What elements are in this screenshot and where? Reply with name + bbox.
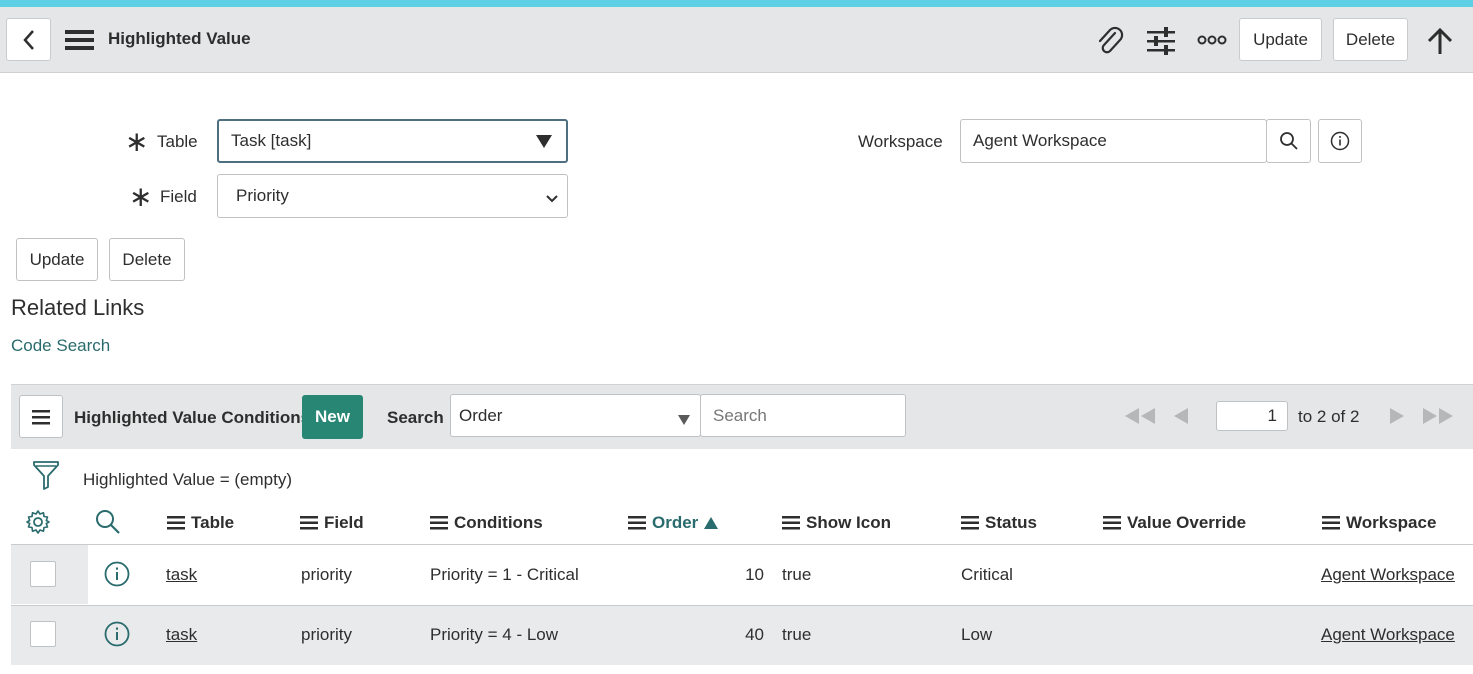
hamburger-menu-icon[interactable] <box>65 27 95 53</box>
row-checkbox[interactable] <box>30 621 56 647</box>
workspace-input-value: Agent Workspace <box>973 131 1107 150</box>
search-field-value: Order <box>459 405 503 425</box>
info-icon[interactable] <box>104 621 130 647</box>
row-field: priority <box>301 625 353 644</box>
table-select[interactable]: Task [task] <box>217 119 568 163</box>
search-icon[interactable] <box>94 508 122 536</box>
column-label: Field <box>324 513 364 532</box>
info-icon <box>1330 131 1350 151</box>
workspace-info-button[interactable] <box>1318 119 1362 163</box>
table-required-mark: ∗ <box>125 126 149 157</box>
more-options-icon[interactable] <box>1196 32 1228 48</box>
search-field-select[interactable]: Order <box>450 394 701 437</box>
row-conditions: Priority = 4 - Low <box>430 625 559 644</box>
first-page-icon[interactable] <box>1121 405 1157 427</box>
page-range-text: to 2 of 2 <box>1298 407 1360 426</box>
column-header-field[interactable]: Field <box>300 513 364 533</box>
filter-icon[interactable] <box>32 460 60 490</box>
field-label: Field <box>160 187 197 206</box>
workspace-input[interactable]: Agent Workspace <box>960 119 1267 163</box>
page-number-input[interactable]: 1 <box>1216 401 1288 431</box>
header-delete-button[interactable]: Delete <box>1333 18 1408 61</box>
column-label: Table <box>191 513 235 532</box>
column-label: Order <box>652 513 699 532</box>
column-menu-icon <box>1103 516 1121 530</box>
chevron-down-icon <box>545 189 559 209</box>
row-workspace-link[interactable]: Agent Workspace <box>1321 625 1455 645</box>
previous-page-icon[interactable] <box>1171 405 1191 427</box>
field-select[interactable]: Priority <box>217 174 568 218</box>
settings-sliders-icon[interactable] <box>1145 24 1177 58</box>
list-search-input[interactable]: Search <box>700 394 906 437</box>
row-status: Low <box>961 625 993 644</box>
code-search-link[interactable]: Code Search <box>11 336 110 356</box>
caret-down-icon <box>678 410 690 430</box>
table-select-value: Task [task] <box>231 131 312 150</box>
page-title: Highlighted Value <box>108 29 251 48</box>
back-button[interactable] <box>6 18 51 61</box>
column-header-status[interactable]: Status <box>961 513 1037 533</box>
sort-ascending-icon <box>704 517 719 529</box>
column-menu-icon <box>1322 516 1340 530</box>
field-required-mark: ∗ <box>129 181 153 212</box>
column-label: Conditions <box>454 513 543 532</box>
column-menu-icon <box>782 516 800 530</box>
header-update-button[interactable]: Update <box>1239 18 1322 61</box>
row-checkbox[interactable] <box>30 561 56 587</box>
column-header-show-icon[interactable]: Show Icon <box>782 513 891 533</box>
row-show-icon: true <box>782 625 812 644</box>
column-menu-icon <box>167 516 185 530</box>
form-header: Highlighted Value Update Delete <box>0 7 1473 73</box>
row-field: priority <box>301 565 353 584</box>
row-order: 40 <box>745 625 764 644</box>
list-search-placeholder: Search <box>713 405 767 425</box>
column-menu-icon <box>300 516 318 530</box>
caret-down-icon <box>536 133 552 153</box>
row-workspace-link[interactable]: Agent Workspace <box>1321 565 1455 585</box>
info-icon[interactable] <box>104 561 130 587</box>
top-accent-stripe <box>0 0 1473 7</box>
workspace-label: Workspace <box>858 132 943 151</box>
search-icon <box>1279 132 1298 150</box>
column-menu-icon <box>961 516 979 530</box>
row-show-icon: true <box>782 565 812 584</box>
list-menu-button[interactable] <box>19 395 63 438</box>
form-update-button[interactable]: Update <box>16 238 98 281</box>
hamburger-icon <box>32 409 50 424</box>
row-conditions: Priority = 1 - Critical <box>430 565 579 584</box>
workspace-lookup-button[interactable] <box>1266 119 1311 163</box>
search-label: Search <box>387 408 444 427</box>
new-button[interactable]: New <box>302 395 363 439</box>
column-menu-icon <box>628 516 646 530</box>
column-label: Show Icon <box>806 513 891 532</box>
field-select-value: Priority <box>236 186 289 205</box>
column-header-workspace[interactable]: Workspace <box>1322 513 1436 533</box>
row-order: 10 <box>745 565 764 584</box>
column-header-order[interactable]: Order <box>628 513 719 533</box>
gear-icon[interactable] <box>24 508 52 536</box>
column-label: Status <box>985 513 1037 532</box>
filter-breadcrumb[interactable]: Highlighted Value = (empty) <box>83 470 292 490</box>
column-header-value-override[interactable]: Value Override <box>1103 513 1246 533</box>
column-menu-icon <box>430 516 448 530</box>
column-label: Workspace <box>1346 513 1437 532</box>
column-label: Value Override <box>1127 513 1247 532</box>
row-status: Critical <box>961 565 1013 584</box>
related-links-heading: Related Links <box>11 295 145 320</box>
list-title: Highlighted Value Conditions <box>74 408 311 427</box>
page-number-value: 1 <box>1267 406 1277 425</box>
column-header-table[interactable]: Table <box>167 513 234 533</box>
row-table-link[interactable]: task <box>166 565 197 585</box>
last-page-icon[interactable] <box>1421 405 1457 427</box>
attachment-icon[interactable] <box>1093 24 1127 58</box>
next-page-icon[interactable] <box>1387 405 1407 427</box>
row-table-link[interactable]: task <box>166 625 197 645</box>
arrow-up-icon[interactable] <box>1424 24 1456 58</box>
table-label: Table <box>157 132 198 151</box>
chevron-left-icon <box>22 29 34 50</box>
related-list-toolbar: Highlighted Value Conditions New Search … <box>11 384 1473 449</box>
column-header-conditions[interactable]: Conditions <box>430 513 543 533</box>
form-delete-button[interactable]: Delete <box>109 238 185 281</box>
